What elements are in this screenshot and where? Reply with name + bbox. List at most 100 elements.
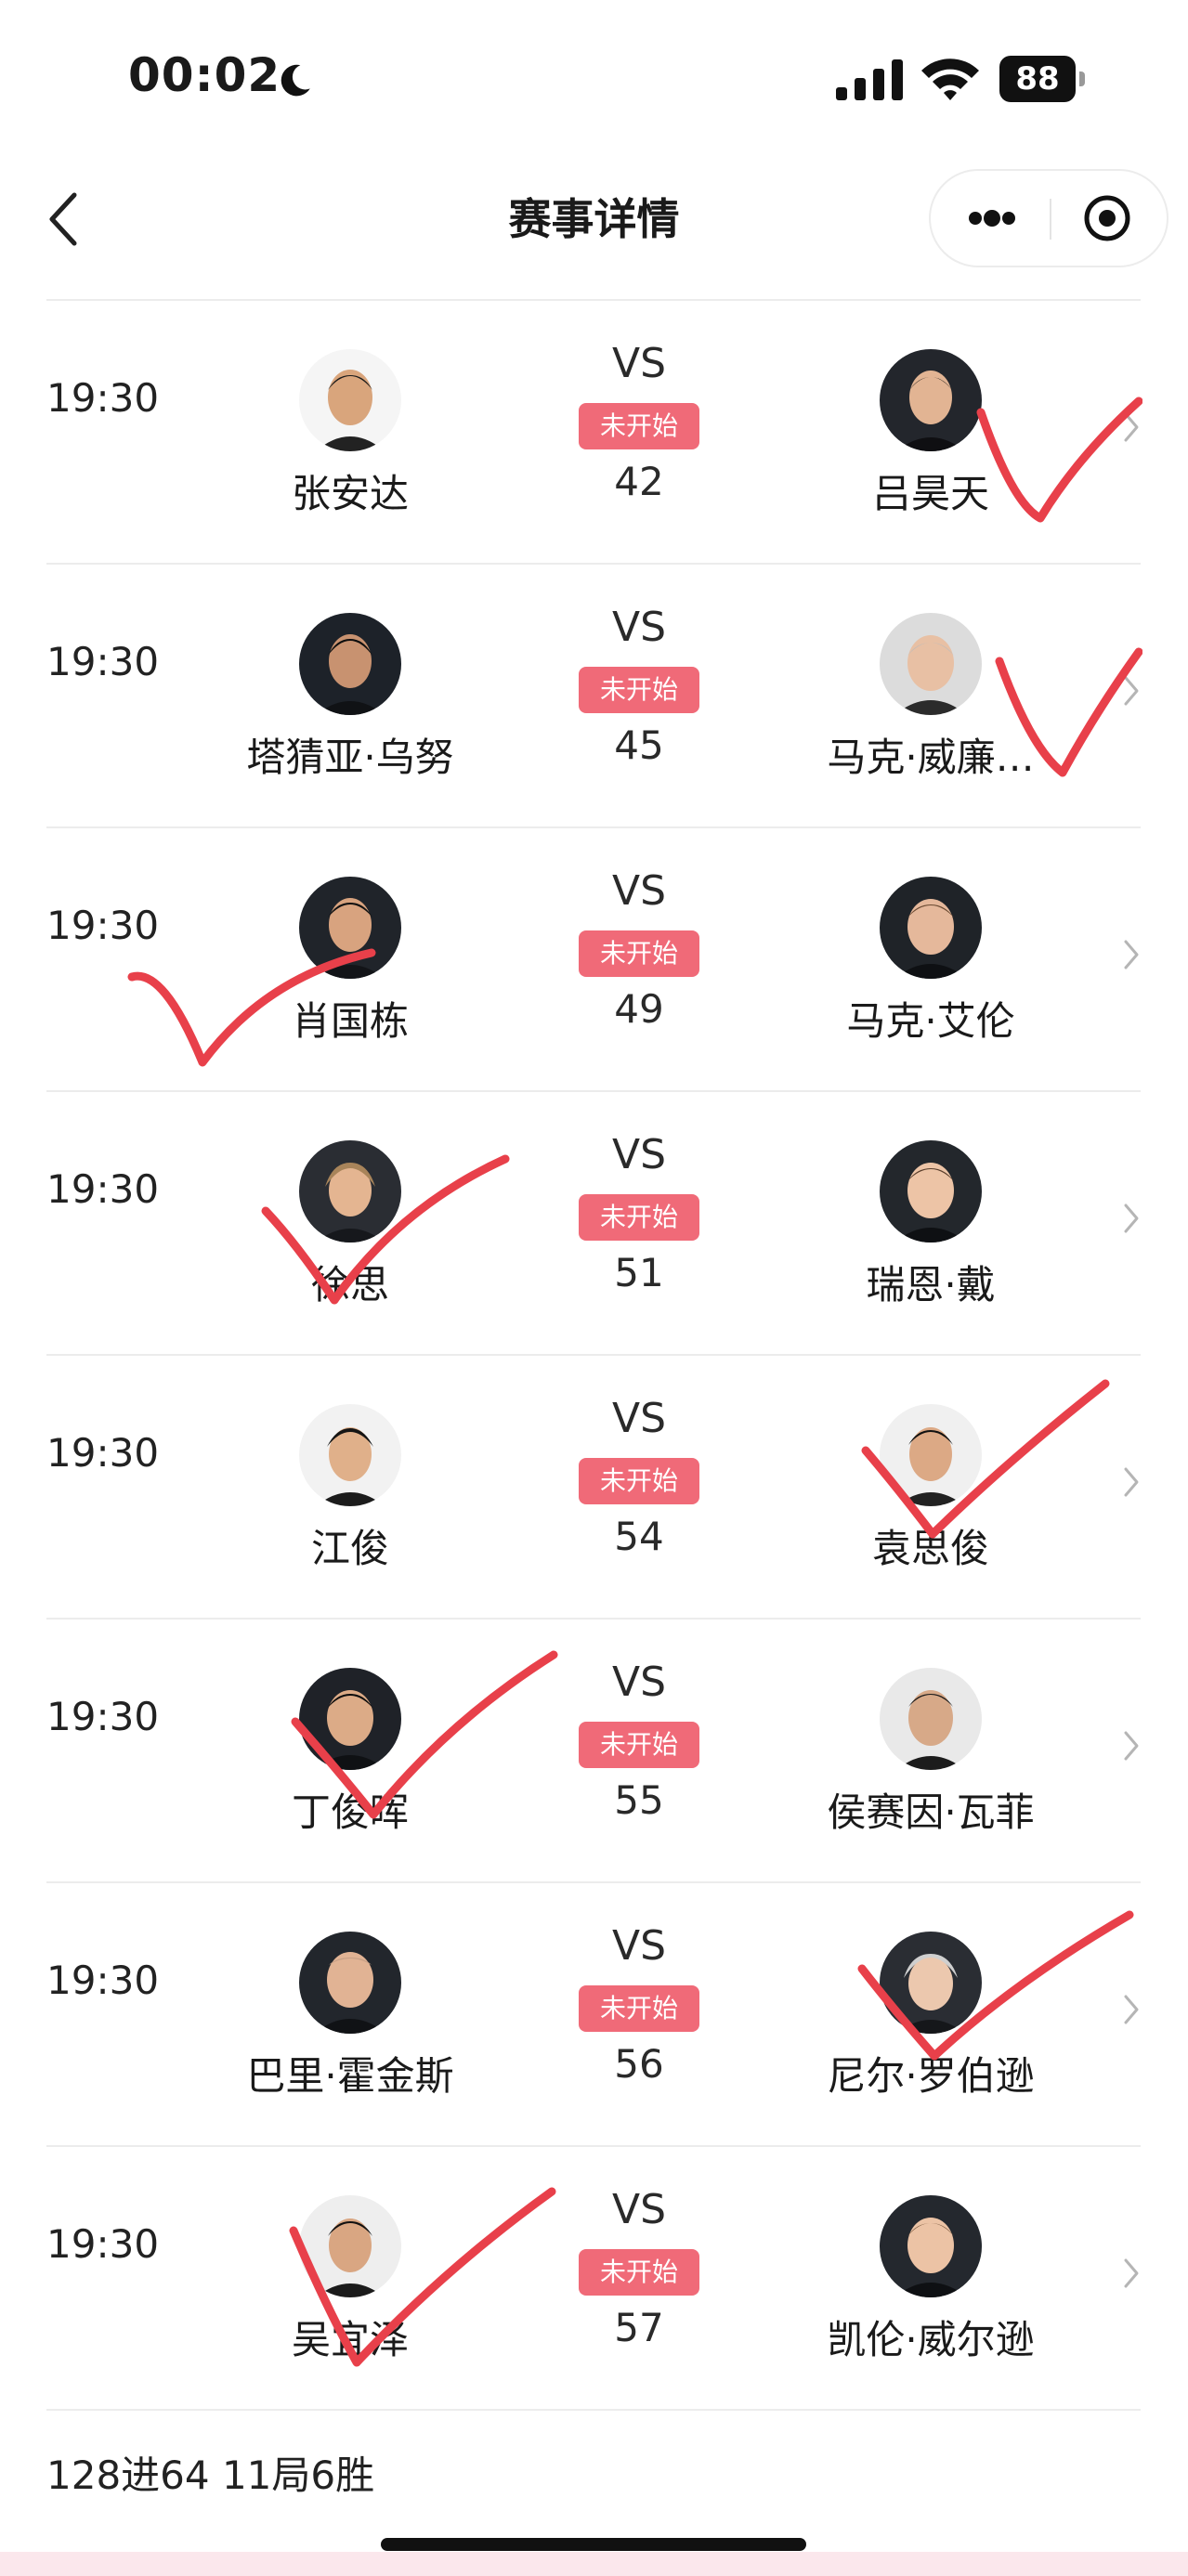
chevron-right-icon (1124, 1203, 1139, 1233)
player-right: 侯赛因·瓦菲 (791, 1668, 1070, 1844)
player-avatar (299, 2195, 401, 2297)
match-number: 55 (614, 1777, 664, 1823)
player-right: 凯伦·威尔逊 (791, 2195, 1070, 2372)
mini-program-capsule (929, 169, 1168, 267)
player-left: 巴里·霍金斯 (211, 1932, 490, 2108)
match-row[interactable]: 19:30 吴宜泽 VS 未开始 57 凯伦·威尔逊 (46, 2147, 1141, 2411)
battery-level: 88 (1015, 60, 1060, 98)
match-time: 19:30 (46, 1166, 160, 1212)
match-number: 54 (614, 1514, 664, 1559)
player-name: 塔猜亚·乌努 (246, 735, 454, 780)
target-circle-icon[interactable] (1053, 171, 1167, 266)
match-row[interactable]: 19:30 塔猜亚·乌努 VS 未开始 45 马克·威廉… (46, 565, 1142, 828)
match-row[interactable]: 19:30 江俊 VS 未开始 54 袁思俊 (46, 1356, 1141, 1620)
match-center: VS 未开始 54 (574, 1395, 704, 1590)
status-badge: 未开始 (579, 2249, 699, 2296)
player-avatar (880, 1140, 982, 1242)
player-left: 吴宜泽 (211, 2195, 490, 2372)
chevron-right-icon (1124, 1995, 1139, 2024)
player-avatar (880, 613, 982, 715)
player-avatar (880, 2195, 982, 2297)
match-time: 19:30 (46, 375, 160, 421)
vs-label: VS (611, 604, 667, 651)
player-left: 徐思 (211, 1140, 490, 1317)
match-time: 19:30 (46, 2221, 160, 2267)
player-name: 马克·威廉… (827, 735, 1035, 780)
match-number: 49 (614, 986, 664, 1032)
player-name: 丁俊晖 (291, 1789, 409, 1835)
status-badge: 未开始 (579, 930, 699, 977)
player-right: 尼尔·罗伯逊 (791, 1932, 1070, 2108)
capsule-divider (1050, 199, 1051, 240)
vs-label: VS (611, 867, 667, 915)
player-right: 马克·威廉… (791, 613, 1070, 789)
match-row[interactable]: 19:30 张安达 VS 未开始 42 吕昊天 (46, 301, 1142, 565)
player-avatar (880, 1668, 982, 1770)
player-right: 马克·艾伦 (791, 877, 1070, 1053)
nav-bar: 赛事详情 (0, 149, 1188, 297)
player-name: 徐思 (310, 1262, 389, 1308)
battery-cap (1079, 72, 1085, 86)
match-time: 19:30 (46, 1430, 160, 1476)
match-row[interactable]: 19:30 肖国栋 VS 未开始 49 马克·艾伦 (46, 828, 1141, 1092)
player-name: 尼尔·罗伯逊 (827, 2053, 1035, 2099)
match-center: VS 未开始 55 (574, 1659, 704, 1854)
player-name: 江俊 (310, 1526, 389, 1571)
player-name: 吴宜泽 (291, 2317, 409, 2362)
vs-label: VS (611, 1395, 667, 1442)
status-badge: 未开始 (579, 403, 699, 449)
battery-icon: 88 (999, 56, 1085, 102)
player-left: 江俊 (211, 1404, 490, 1581)
match-center: VS 未开始 56 (574, 1922, 704, 2117)
match-number: 42 (614, 459, 664, 504)
match-time: 19:30 (46, 1958, 160, 2003)
vs-label: VS (611, 1922, 667, 1970)
player-avatar (880, 1932, 982, 2034)
vs-label: VS (611, 1659, 667, 1706)
chevron-right-icon (1124, 2258, 1139, 2288)
player-name: 马克·艾伦 (846, 998, 1015, 1044)
match-list: 19:30 张安达 VS 未开始 42 吕昊天 19:30 塔猜亚·乌努 VS … (46, 299, 1142, 2411)
player-left: 张安达 (211, 349, 490, 526)
vs-label: VS (611, 2186, 667, 2233)
player-avatar (299, 613, 401, 715)
home-indicator[interactable] (381, 2538, 806, 2551)
player-avatar (299, 349, 401, 451)
status-time: 00:02 (128, 48, 281, 102)
player-name: 巴里·霍金斯 (246, 2053, 454, 2099)
chevron-right-icon (1124, 1731, 1139, 1761)
player-left: 丁俊晖 (211, 1668, 490, 1844)
more-dots-icon[interactable] (931, 171, 1050, 266)
status-badge: 未开始 (579, 1458, 699, 1504)
match-number: 51 (614, 1250, 664, 1295)
status-badge: 未开始 (579, 1194, 699, 1241)
player-avatar (299, 1404, 401, 1506)
status-badge: 未开始 (579, 1985, 699, 2032)
match-time: 19:30 (46, 903, 160, 948)
match-number: 45 (614, 722, 664, 768)
match-time: 19:30 (46, 1694, 160, 1739)
moon-icon (281, 64, 310, 97)
status-badge: 未开始 (579, 667, 699, 713)
chevron-right-icon (1124, 676, 1139, 706)
wifi-icon (921, 59, 979, 100)
match-row[interactable]: 19:30 徐思 VS 未开始 51 瑞恩·戴 (46, 1092, 1141, 1356)
player-name: 瑞恩·戴 (866, 1262, 996, 1308)
player-name: 袁思俊 (871, 1526, 989, 1571)
match-center: VS 未开始 51 (574, 1131, 704, 1326)
player-avatar (299, 1140, 401, 1242)
match-number: 57 (614, 2305, 664, 2350)
player-avatar (880, 1404, 982, 1506)
player-right: 吕昊天 (791, 349, 1070, 526)
match-time: 19:30 (46, 639, 160, 684)
match-row[interactable]: 19:30 丁俊晖 VS 未开始 55 侯赛因·瓦菲 (46, 1620, 1141, 1883)
player-right: 瑞恩·戴 (791, 1140, 1070, 1317)
vs-label: VS (611, 1131, 667, 1178)
match-center: VS 未开始 42 (574, 340, 704, 535)
player-left: 肖国栋 (211, 877, 490, 1053)
match-row[interactable]: 19:30 巴里·霍金斯 VS 未开始 56 尼尔·罗伯逊 (46, 1883, 1141, 2147)
signal-icon (836, 59, 903, 100)
player-avatar (299, 1668, 401, 1770)
match-center: VS 未开始 49 (574, 867, 704, 1062)
player-name: 凯伦·威尔逊 (827, 2317, 1035, 2362)
